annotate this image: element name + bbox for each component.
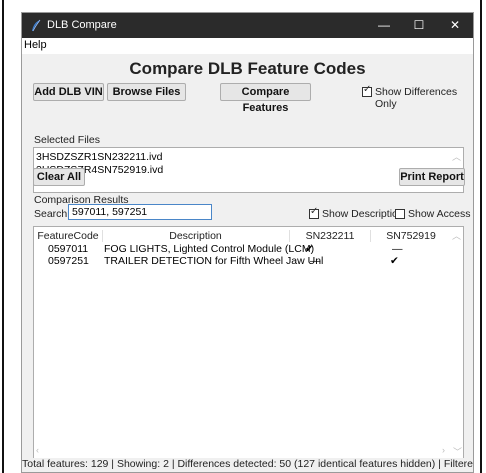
show-access-checkbox[interactable] <box>395 209 405 219</box>
row-featurecode[interactable]: 0597251 <box>48 255 89 267</box>
title-bar[interactable]: DLB Compare — ☐ ✕ <box>22 13 473 38</box>
scroll-down-arrow-icon[interactable]: ﹀ <box>453 445 462 458</box>
column-header-featurecode[interactable]: FeatureCode <box>37 230 99 242</box>
search-input[interactable] <box>68 204 212 220</box>
column-divider <box>102 230 103 242</box>
menu-bar: Help <box>22 38 473 54</box>
selected-files-label: Selected Files <box>34 134 100 146</box>
close-button[interactable]: ✕ <box>438 13 472 38</box>
column-header-description[interactable]: Description <box>104 230 287 242</box>
row-check-sn752919[interactable]: — <box>392 243 403 255</box>
window-title: DLB Compare <box>47 19 117 31</box>
right-border-line <box>480 0 482 473</box>
show-description-label: Show Description <box>322 208 404 220</box>
status-bar: Total features: 129 | Showing: 2 | Diffe… <box>22 458 473 472</box>
page-title: Compare DLB Feature Codes <box>129 59 366 78</box>
search-label: Search: <box>34 208 71 220</box>
row-description[interactable]: TRAILER DETECTION for Fifth Wheel Jaw Un… <box>104 255 323 267</box>
scroll-right-arrow-icon[interactable]: › <box>442 445 445 455</box>
row-check-sn232211[interactable]: ✔ <box>305 243 314 255</box>
app-window: DLB Compare — ☐ ✕ Help Compare DLB Featu… <box>21 12 474 473</box>
row-description[interactable]: FOG LIGHTS, Lighted Control Module (LCM) <box>104 243 314 255</box>
minimize-button[interactable]: — <box>367 13 401 38</box>
column-header-sn232211[interactable]: SN232211 <box>292 230 368 242</box>
add-dlb-vin-button[interactable]: Add DLB VIN <box>33 83 104 101</box>
scroll-left-arrow-icon[interactable]: ‹ <box>36 445 39 455</box>
show-access-label: Show Access <box>408 208 471 220</box>
browse-files-button[interactable]: Browse Files <box>107 83 186 101</box>
column-header-sn752919[interactable]: SN752919 <box>373 230 449 242</box>
menu-help[interactable]: Help <box>24 39 47 51</box>
show-differences-label: Show Differences Only <box>375 86 458 110</box>
results-table[interactable]: FeatureCode Description SN232211 SN75291… <box>33 226 464 459</box>
show-differences-checkbox[interactable] <box>362 84 372 97</box>
column-divider <box>370 230 371 242</box>
print-report-button[interactable]: Print Report <box>399 168 465 186</box>
row-check-sn232211[interactable]: — <box>310 255 321 267</box>
compare-features-button[interactable]: Compare Features <box>220 83 311 114</box>
scroll-up-arrow-icon[interactable]: ︿ <box>452 229 461 242</box>
clear-all-button[interactable]: Clear All <box>33 168 85 186</box>
scroll-up-arrow-icon[interactable]: ︿ <box>452 150 461 163</box>
show-description-checkbox[interactable] <box>309 206 319 219</box>
row-featurecode[interactable]: 0597011 <box>48 243 88 255</box>
column-divider <box>289 230 290 242</box>
file-item[interactable]: 3HSDZSZR1SN232211.ivd <box>36 151 162 163</box>
maximize-button[interactable]: ☐ <box>402 13 436 38</box>
app-feather-icon <box>32 19 41 32</box>
left-border-line <box>2 0 4 473</box>
row-check-sn752919[interactable]: ✔ <box>390 255 399 267</box>
